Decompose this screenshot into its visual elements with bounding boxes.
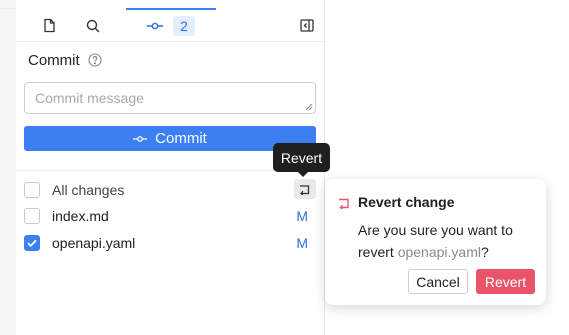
popover-message: Are you sure you want to revert openapi.… — [358, 219, 538, 263]
commit-section-title: Commit — [28, 52, 80, 69]
popover-file-name: openapi.yaml — [397, 244, 481, 260]
git-commit-icon — [133, 135, 148, 142]
file-row[interactable]: index.md M — [24, 205, 316, 227]
revert-confirm-popover: Revert change Are you sure you want to r… — [325, 179, 546, 305]
file-status-badge: M — [296, 235, 308, 251]
commit-message-placeholder: Commit message — [35, 90, 144, 106]
file-name: index.md — [52, 208, 109, 224]
collapse-panel-button[interactable] — [296, 9, 318, 42]
file-icon — [43, 18, 56, 33]
file-checkbox[interactable] — [24, 208, 40, 224]
file-checkbox[interactable] — [24, 235, 40, 251]
tab-files[interactable] — [38, 9, 60, 42]
popover-title: Revert change — [358, 194, 455, 210]
checkmark-icon — [27, 239, 37, 247]
file-row[interactable]: openapi.yaml M — [24, 232, 316, 254]
revert-all-button[interactable] — [294, 179, 316, 199]
collapse-panel-icon — [300, 19, 314, 32]
git-commit-icon — [147, 21, 163, 31]
revert-tooltip: Revert — [273, 143, 330, 177]
cancel-button[interactable]: Cancel — [408, 269, 468, 294]
confirm-revert-button[interactable]: Revert — [476, 269, 535, 294]
all-changes-checkbox[interactable] — [24, 182, 40, 198]
file-name: openapi.yaml — [52, 235, 136, 251]
all-changes-label: All changes — [52, 182, 125, 198]
sidebar-tabs: 2 — [16, 8, 325, 42]
revert-icon — [338, 196, 350, 214]
search-icon — [86, 19, 100, 33]
file-status-badge: M — [296, 208, 308, 224]
resize-handle-icon[interactable] — [305, 103, 313, 111]
help-icon[interactable] — [88, 53, 102, 67]
commit-button-label: Commit — [155, 130, 207, 147]
changes-count-badge: 2 — [173, 15, 195, 36]
revert-icon — [300, 184, 310, 195]
all-changes-row[interactable]: All changes — [24, 179, 316, 201]
commit-message-input[interactable]: Commit message — [24, 82, 316, 114]
tab-search[interactable] — [82, 9, 104, 42]
popover-message-suffix: ? — [480, 244, 489, 260]
tab-commit[interactable]: 2 — [126, 8, 216, 41]
